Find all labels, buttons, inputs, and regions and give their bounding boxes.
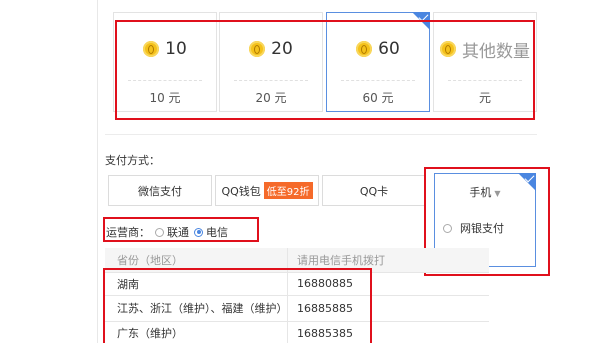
qq-wallet-label: QQ钱包 bbox=[221, 184, 261, 198]
divider bbox=[105, 134, 537, 135]
qq-wallet-button[interactable]: QQ钱包 低至92折 bbox=[215, 175, 319, 206]
wechat-pay-button[interactable]: 微信支付 bbox=[108, 175, 212, 206]
highlight-box-table bbox=[103, 268, 372, 343]
content-left-rule bbox=[97, 0, 98, 343]
highlight-box-operator bbox=[103, 217, 259, 242]
discount-badge: 低至92折 bbox=[263, 182, 313, 199]
qq-card-label: QQ卡 bbox=[359, 184, 389, 198]
payment-method-label: 支付方式： bbox=[105, 154, 160, 167]
qq-card-button[interactable]: QQ卡 bbox=[322, 175, 426, 206]
highlight-box-amounts bbox=[115, 20, 535, 120]
wechat-pay-label: 微信支付 bbox=[138, 184, 182, 198]
